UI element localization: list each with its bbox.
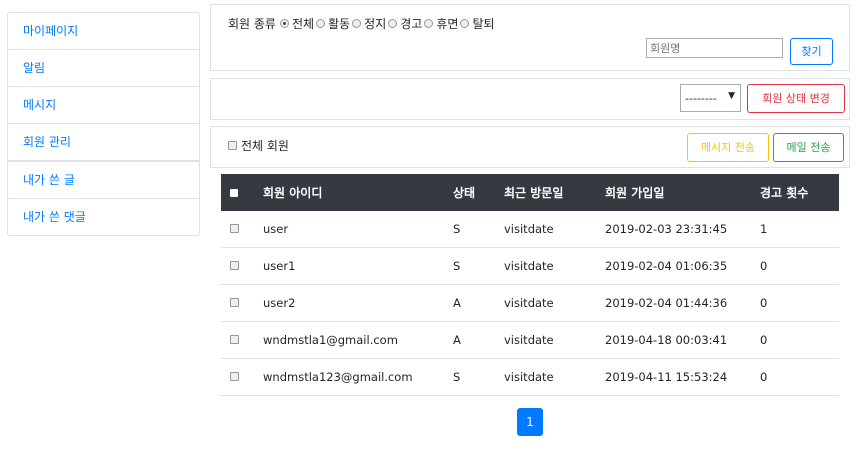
sidebar-item-my-posts[interactable]: 내가 쓴 글: [8, 160, 199, 198]
row-checkbox[interactable]: [230, 261, 239, 270]
sidebar-item-notifications[interactable]: 알림: [8, 49, 199, 86]
cell-warning-count: 0: [760, 321, 839, 359]
cell-status: S: [453, 211, 504, 248]
status-change-panel: -------- ▼ 회원 상태 변경: [210, 78, 850, 120]
cell-last-visit: visitdate: [504, 284, 605, 322]
cell-join-date: 2019-04-11 15:53:24: [605, 358, 760, 396]
sidebar-item-my-comments[interactable]: 내가 쓴 댓글: [8, 198, 199, 235]
cell-member-id: user1: [263, 247, 453, 285]
radio-all[interactable]: [279, 19, 289, 28]
table-row: wndmstla123@gmail.com S visitdate 2019-0…: [221, 358, 839, 396]
member-name-search-input[interactable]: [646, 38, 783, 58]
radio-dormant-label: 휴면: [436, 17, 459, 31]
header-status: 상태: [453, 186, 476, 200]
cell-warning-count: 0: [760, 358, 839, 396]
radio-suspended-label: 정지: [364, 17, 387, 31]
cell-status: S: [453, 358, 504, 396]
cell-status: A: [453, 284, 504, 322]
radio-active-label: 활동: [328, 17, 351, 31]
table-row: user S visitdate 2019-02-03 23:31:45 1: [221, 211, 839, 248]
send-mail-button[interactable]: 메일 전송: [773, 133, 844, 162]
change-member-status-button[interactable]: 회원 상태 변경: [747, 84, 845, 113]
sidebar-item-mypage[interactable]: 마이페이지: [8, 13, 199, 49]
filter-panel: 회원 종류 전체 활동 정지 경고 휴면 탈퇴 찾기: [210, 4, 850, 71]
select-all-cell: [221, 174, 263, 211]
cell-member-id: user2: [263, 284, 453, 322]
radio-all-label: 전체: [291, 17, 315, 31]
row-checkbox[interactable]: [230, 335, 239, 344]
pagination-page-button[interactable]: 1: [517, 408, 543, 436]
member-type-label: 회원 종류: [228, 17, 276, 31]
cell-join-date: 2019-02-03 23:31:45: [605, 211, 760, 248]
table-row: user2 A visitdate 2019-02-04 01:44:36 0: [221, 284, 839, 322]
cell-last-visit: visitdate: [504, 321, 605, 359]
cell-join-date: 2019-02-04 01:44:36: [605, 284, 760, 322]
table-header-row: 회원 아이디 상태 최근 방문일 회원 가입일 경고 횟수: [221, 174, 839, 211]
status-select-value: --------: [685, 92, 717, 105]
radio-active[interactable]: [316, 19, 326, 28]
select-all-checkbox[interactable]: [230, 188, 238, 197]
row-checkbox[interactable]: [230, 372, 239, 381]
send-message-button[interactable]: 메시지 전송: [687, 133, 769, 162]
sidebar-item-member-management[interactable]: 회원 관리: [8, 123, 199, 160]
table-row: user1 S visitdate 2019-02-04 01:06:35 0: [221, 247, 839, 285]
radio-warned[interactable]: [388, 19, 398, 28]
row-checkbox[interactable]: [230, 298, 239, 307]
header-last-visit: 최근 방문일: [504, 186, 564, 200]
row-checkbox[interactable]: [230, 224, 239, 233]
all-members-checkbox[interactable]: [228, 141, 237, 150]
cell-warning-count: 0: [760, 247, 839, 285]
cell-last-visit: visitdate: [504, 358, 605, 396]
radio-withdrawn[interactable]: [460, 19, 470, 28]
cell-join-date: 2019-02-04 01:06:35: [605, 247, 760, 285]
table-row: wndmstla1@gmail.com A visitdate 2019-04-…: [221, 321, 839, 359]
header-member-id: 회원 아이디: [263, 186, 323, 200]
cell-warning-count: 1: [760, 211, 839, 248]
cell-join-date: 2019-04-18 00:03:41: [605, 321, 760, 359]
cell-warning-count: 0: [760, 284, 839, 322]
cell-member-id: user: [263, 211, 453, 248]
cell-member-id: wndmstla1@gmail.com: [263, 321, 453, 359]
all-members-label: 전체 회원: [241, 139, 289, 153]
cell-last-visit: visitdate: [504, 211, 605, 248]
cell-last-visit: visitdate: [504, 247, 605, 285]
search-button[interactable]: 찾기: [790, 38, 833, 65]
sidebar-item-messages[interactable]: 메시지: [8, 86, 199, 123]
sidebar-menu: 마이페이지 알림 메시지 회원 관리 내가 쓴 글 내가 쓴 댓글: [7, 12, 200, 236]
radio-suspended[interactable]: [352, 19, 362, 28]
member-table: 회원 아이디 상태 최근 방문일 회원 가입일 경고 횟수 user S vis…: [221, 174, 839, 396]
cell-status: A: [453, 321, 504, 359]
radio-warned-label: 경고: [400, 17, 423, 31]
all-members-checkbox-group: 전체 회원: [228, 137, 289, 154]
cell-status: S: [453, 247, 504, 285]
header-warning-count: 경고 횟수: [760, 186, 809, 200]
cell-member-id: wndmstla123@gmail.com: [263, 358, 453, 396]
radio-withdrawn-label: 탈퇴: [472, 17, 495, 31]
header-join-date: 회원 가입일: [605, 186, 665, 200]
status-select[interactable]: -------- ▼: [680, 84, 741, 112]
radio-dormant[interactable]: [424, 19, 434, 28]
member-type-filter: 회원 종류 전체 활동 정지 경고 휴면 탈퇴: [228, 15, 495, 32]
dropdown-caret-icon: ▼: [728, 91, 735, 101]
send-panel: 전체 회원 메시지 전송 메일 전송: [210, 126, 850, 168]
